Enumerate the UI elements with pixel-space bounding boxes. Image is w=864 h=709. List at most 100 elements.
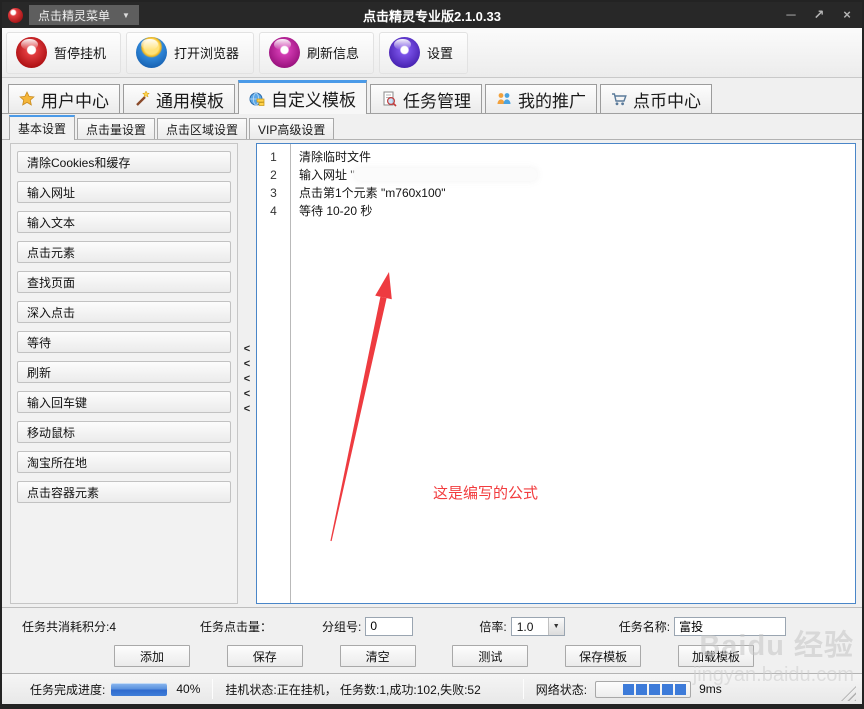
sidebar-item-click-container[interactable]: 点击容器元素: [17, 481, 231, 503]
custom-template-globe-icon: [249, 91, 265, 107]
tab-custom-template-label: 自定义模板: [271, 86, 356, 111]
progress-bar: [111, 683, 167, 696]
sidebar-item-click-element[interactable]: 点击元素: [17, 241, 231, 263]
rate-dropdown[interactable]: 1.0 ▼: [511, 617, 565, 636]
test-button[interactable]: 测试: [452, 645, 528, 667]
content-area: 清除Cookies和缓存 输入网址 输入文本 点击元素 查找页面 深入点击 等待…: [2, 140, 862, 607]
sidebar-item-enter-text[interactable]: 输入文本: [17, 211, 231, 233]
script-line: 清除临时文件: [299, 148, 847, 166]
app-menu-button[interactable]: 点击精灵菜单 ▼: [29, 5, 139, 25]
sidebar-item-press-enter[interactable]: 输入回车键: [17, 391, 231, 413]
rate-dropdown-arrow-icon[interactable]: ▼: [548, 618, 564, 635]
task-name-input[interactable]: [674, 617, 786, 636]
script-code-area[interactable]: 清除临时文件 输入网址 " 点击第1个元素 "m760x100" 等待 10-2…: [291, 144, 855, 603]
magic-wand-icon: [134, 91, 150, 107]
sidebar-item-move-mouse[interactable]: 移动鼠标: [17, 421, 231, 443]
censored-url-blur: [355, 168, 537, 181]
pause-hangup-button[interactable]: 暂停挂机: [6, 32, 121, 74]
tab-task-management-label: 任务管理: [403, 87, 471, 112]
save-button[interactable]: 保存: [227, 645, 303, 667]
panel-splitter[interactable]: < < < < <: [238, 143, 256, 604]
line-number-gutter: 1 2 3 4: [257, 144, 291, 603]
settings-button[interactable]: 设置: [379, 32, 468, 74]
collapse-chevron-icon[interactable]: <: [244, 358, 250, 370]
tab-custom-template[interactable]: 自定义模板: [238, 80, 367, 114]
sidebar-item-label: 查找页面: [27, 274, 75, 291]
subtab-vip-advanced-settings-label: VIP高级设置: [258, 121, 325, 138]
tab-my-promotion[interactable]: 我的推广: [485, 84, 597, 113]
task-doc-magnifier-icon: [381, 91, 397, 107]
tab-user-center[interactable]: 用户中心: [8, 84, 120, 113]
collapse-chevron-icon[interactable]: <: [244, 343, 250, 355]
script-line: 输入网址 ": [299, 166, 847, 184]
points-consumed-label: 任务共消耗积分:4: [22, 618, 116, 635]
rate-label: 倍率:: [479, 618, 506, 635]
resize-grip[interactable]: [841, 686, 856, 701]
tab-general-template[interactable]: 通用模板: [123, 84, 235, 113]
tab-task-management[interactable]: 任务管理: [370, 84, 482, 113]
sidebar-item-label: 输入回车键: [27, 394, 87, 411]
progress-percent: 40%: [176, 682, 200, 696]
sidebar-item-enter-url[interactable]: 输入网址: [17, 181, 231, 203]
network-status-label: 网络状态:: [536, 681, 587, 698]
clear-button[interactable]: 清空: [340, 645, 416, 667]
task-name-label: 任务名称:: [619, 618, 670, 635]
tab-my-promotion-label: 我的推广: [518, 87, 586, 112]
save-template-button[interactable]: 保存模板: [565, 645, 641, 667]
sidebar-item-deep-click[interactable]: 深入点击: [17, 301, 231, 323]
maximize-button[interactable]: ↗: [810, 7, 828, 23]
progress-label: 任务完成进度:: [30, 681, 105, 698]
subtab-basic-settings[interactable]: 基本设置: [9, 115, 75, 140]
open-browser-ball-icon: [136, 37, 167, 68]
sidebar-item-refresh[interactable]: 刷新: [17, 361, 231, 383]
people-icon: [496, 91, 512, 107]
add-button[interactable]: 添加: [114, 645, 190, 667]
tab-coin-center[interactable]: 点币中心: [600, 84, 712, 113]
open-browser-button[interactable]: 打开浏览器: [126, 32, 254, 74]
subtab-click-volume-settings[interactable]: 点击量设置: [77, 118, 155, 139]
hangup-status-text: 挂机状态:正在挂机， 任务数:1,成功:102,失败:52: [225, 681, 480, 698]
settings-label: 设置: [427, 43, 453, 62]
sidebar-item-find-page[interactable]: 查找页面: [17, 271, 231, 293]
tab-coin-center-label: 点币中心: [633, 87, 701, 112]
command-sidebar: 清除Cookies和缓存 输入网址 输入文本 点击元素 查找页面 深入点击 等待…: [10, 143, 238, 604]
sidebar-item-label: 移动鼠标: [27, 424, 75, 441]
open-browser-label: 打开浏览器: [174, 43, 239, 62]
app-window: 点击精灵菜单 ▼ 点击精灵专业版2.1.0.33 ─ ↗ × 暂停挂机 打开浏览…: [0, 0, 864, 709]
tab-user-center-label: 用户中心: [41, 87, 109, 112]
subtab-click-area-settings[interactable]: 点击区域设置: [157, 118, 247, 139]
rate-value: 1.0: [512, 618, 548, 635]
main-toolbar: 暂停挂机 打开浏览器 刷新信息 设置: [2, 28, 862, 78]
line-number: 3: [257, 184, 290, 202]
settings-tab-bar: 基本设置 点击量设置 点击区域设置 VIP高级设置: [2, 114, 862, 140]
minimize-button[interactable]: ─: [782, 7, 800, 23]
sidebar-item-wait[interactable]: 等待: [17, 331, 231, 353]
network-signal-meter: [595, 681, 691, 698]
sidebar-item-label: 深入点击: [27, 304, 75, 321]
statusbar-divider: [523, 679, 524, 699]
close-button[interactable]: ×: [838, 7, 856, 23]
subtab-vip-advanced-settings[interactable]: VIP高级设置: [249, 118, 334, 139]
group-number-input[interactable]: [365, 617, 413, 636]
shopping-cart-icon: [611, 91, 627, 107]
sidebar-item-label: 点击元素: [27, 244, 75, 261]
latency-value: 9ms: [699, 682, 722, 696]
collapse-chevron-icon[interactable]: <: [244, 388, 250, 400]
task-form-bar: 任务共消耗积分:4 任务点击量： 分组号: 倍率: 1.0 ▼ 任务名称: 添加…: [2, 607, 862, 673]
sidebar-item-label: 等待: [27, 334, 51, 351]
settings-ball-icon: [389, 37, 420, 68]
refresh-info-button[interactable]: 刷新信息: [259, 32, 374, 74]
line-number: 2: [257, 166, 290, 184]
load-template-button[interactable]: 加载模板: [678, 645, 754, 667]
pause-hangup-ball-icon: [16, 37, 47, 68]
statusbar-divider: [212, 679, 213, 699]
status-bar: 任务完成进度: 40% 挂机状态:正在挂机， 任务数:1,成功:102,失败:5…: [2, 673, 862, 704]
sidebar-item-clear-cookies[interactable]: 清除Cookies和缓存: [17, 151, 231, 173]
subtab-click-area-settings-label: 点击区域设置: [166, 121, 238, 138]
sidebar-item-taobao-location[interactable]: 淘宝所在地: [17, 451, 231, 473]
collapse-chevron-icon[interactable]: <: [244, 403, 250, 415]
app-menu-label: 点击精灵菜单: [38, 7, 110, 24]
collapse-chevron-icon[interactable]: <: [244, 373, 250, 385]
app-logo-icon: [8, 8, 23, 23]
title-bar: 点击精灵菜单 ▼ 点击精灵专业版2.1.0.33 ─ ↗ ×: [2, 2, 862, 28]
